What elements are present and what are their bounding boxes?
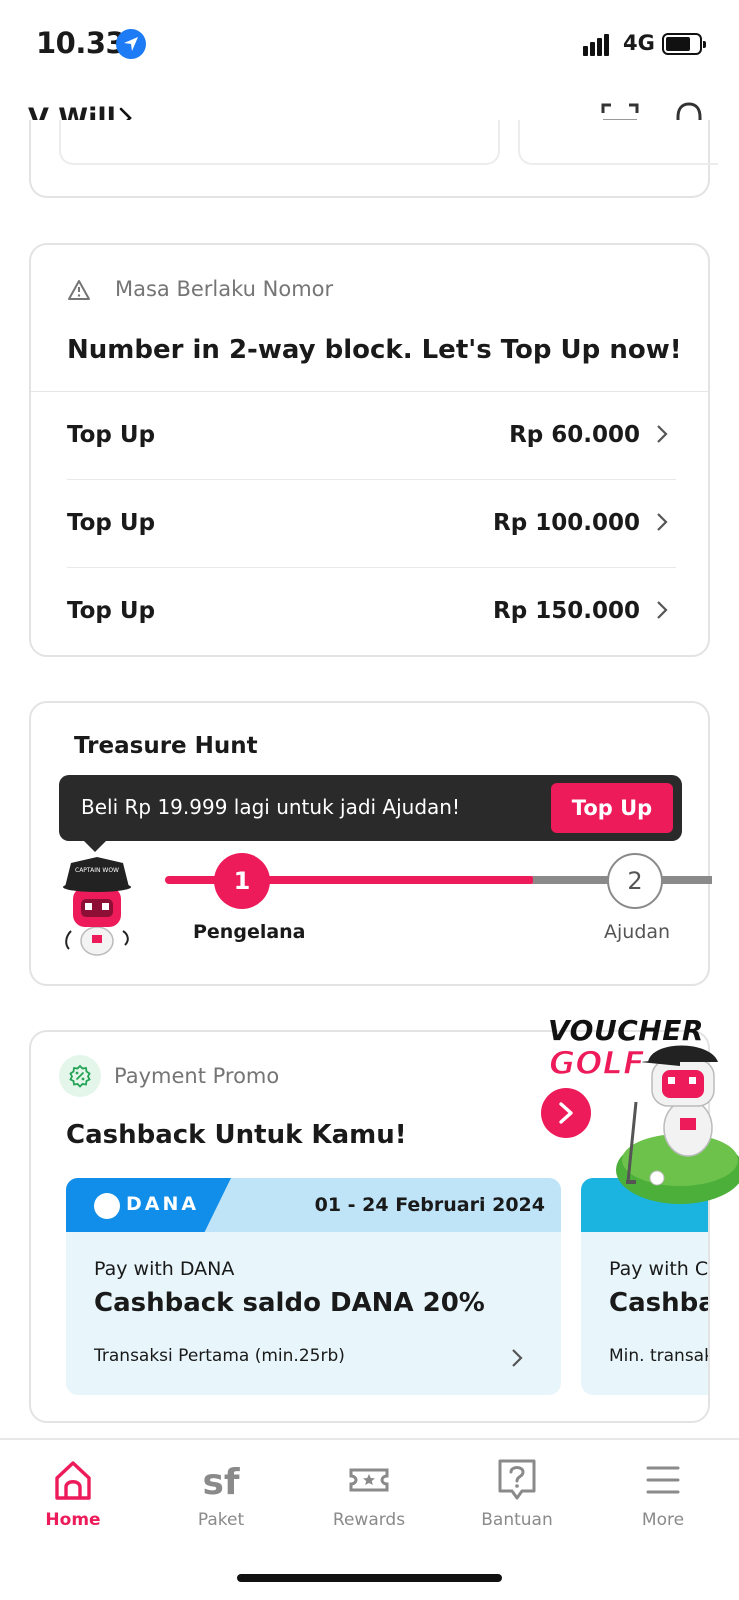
location-icon [116, 29, 146, 59]
warning-icon [68, 280, 90, 300]
promo-offer-card[interactable]: Pay with C Cashba Min. transak [581, 1178, 710, 1395]
nav-label: Home [45, 1510, 101, 1530]
nav-more[interactable]: More [603, 1458, 723, 1548]
offer-condition: Transaksi Pertama (min.25rb) [94, 1346, 345, 1366]
topup-label: Top Up [67, 422, 156, 448]
mascot-badge: CAPTAIN WOW [75, 867, 119, 874]
ticket-icon [349, 1468, 389, 1492]
signal-icon [583, 32, 615, 56]
previous-card-item[interactable] [59, 120, 500, 165]
voucher-title: VOUCHER [548, 1014, 704, 1047]
offer-header: DANA 01 - 24 Februari 2024 [66, 1178, 561, 1232]
help-icon [498, 1459, 536, 1500]
level-step-1: 1 [214, 853, 270, 909]
topup-option[interactable]: Top Up Rp 150.000 [67, 568, 676, 656]
progress-tooltip: Beli Rp 19.999 lagi untuk jadi Ajudan! T… [59, 775, 682, 852]
dana-logo-icon [94, 1193, 120, 1219]
nav-paket[interactable]: sf Paket [161, 1458, 281, 1548]
offer-date: 01 - 24 Februari 2024 [314, 1194, 545, 1216]
chevron-right-icon [512, 1349, 523, 1367]
chevron-right-icon [657, 513, 668, 531]
topup-option[interactable]: Top Up Rp 100.000 [67, 480, 676, 568]
sf-icon: sf [202, 1462, 239, 1502]
nav-label: More [641, 1510, 685, 1530]
voucher-next-button[interactable] [541, 1088, 591, 1138]
home-icon [55, 1461, 91, 1500]
status-time: 10.33 [36, 26, 126, 60]
topup-button[interactable]: Top Up [551, 783, 673, 833]
nav-home[interactable]: Home [13, 1458, 133, 1548]
topup-label: Top Up [67, 510, 156, 536]
offer-brand: DANA [126, 1193, 200, 1215]
offer-condition: Min. transak [609, 1346, 710, 1366]
nav-label: Paket [197, 1510, 245, 1530]
status-bar: 10.33 4G [0, 0, 739, 90]
dana-logo: DANA [66, 1178, 231, 1232]
chevron-right-icon [657, 425, 668, 443]
validity-label: Masa Berlaku Nomor [115, 277, 334, 301]
validity-title: Number in 2-way block. Let's Top Up now! [67, 335, 682, 365]
chevron-right-icon [657, 601, 668, 619]
discount-badge-icon [59, 1055, 101, 1097]
network-type: 4G [623, 31, 655, 55]
treasure-hunt-title: Treasure Hunt [74, 733, 258, 759]
level-step-1-label: Pengelana [193, 921, 306, 943]
svg-text:sf: sf [202, 1462, 239, 1502]
captain-wow-mascot: CAPTAIN WOW [63, 857, 131, 956]
offer-pay-method: Pay with C [609, 1258, 709, 1280]
nav-label: Rewards [332, 1510, 406, 1530]
battery-icon [662, 33, 706, 55]
offer-cashback: Cashback saldo DANA 20% [94, 1288, 485, 1318]
topup-amount: Rp 60.000 [509, 422, 640, 448]
topup-label: Top Up [67, 598, 156, 624]
previous-card-item[interactable] [518, 120, 718, 165]
promo-label: Payment Promo [114, 1064, 280, 1088]
previous-card [29, 120, 718, 198]
nav-label: Bantuan [481, 1510, 553, 1530]
level-step-2-label: Ajudan [604, 921, 671, 943]
number-validity-card: Masa Berlaku Nomor Number in 2-way block… [29, 243, 710, 657]
menu-icon [646, 1466, 680, 1494]
topup-amount: Rp 150.000 [493, 598, 640, 624]
topup-option[interactable]: Top Up Rp 60.000 [67, 392, 676, 480]
nav-bantuan[interactable]: Bantuan [457, 1458, 577, 1548]
offer-cashback: Cashba [609, 1288, 710, 1318]
tooltip-arrow [83, 840, 107, 852]
home-indicator [237, 1574, 502, 1582]
topup-amount: Rp 100.000 [493, 510, 640, 536]
promo-offer-card[interactable]: DANA 01 - 24 Februari 2024 Pay with DANA… [66, 1178, 561, 1395]
nav-rewards[interactable]: Rewards [309, 1458, 429, 1548]
treasure-hunt-card: Treasure Hunt Beli Rp 19.999 lagi untuk … [29, 701, 712, 986]
voucher-subtitle: GOLF [548, 1043, 645, 1083]
promo-title: Cashback Untuk Kamu! [66, 1120, 407, 1150]
level-step-2: 2 [607, 853, 663, 909]
offer-pay-method: Pay with DANA [94, 1258, 235, 1280]
tooltip-text: Beli Rp 19.999 lagi untuk jadi Ajudan! [81, 795, 460, 819]
